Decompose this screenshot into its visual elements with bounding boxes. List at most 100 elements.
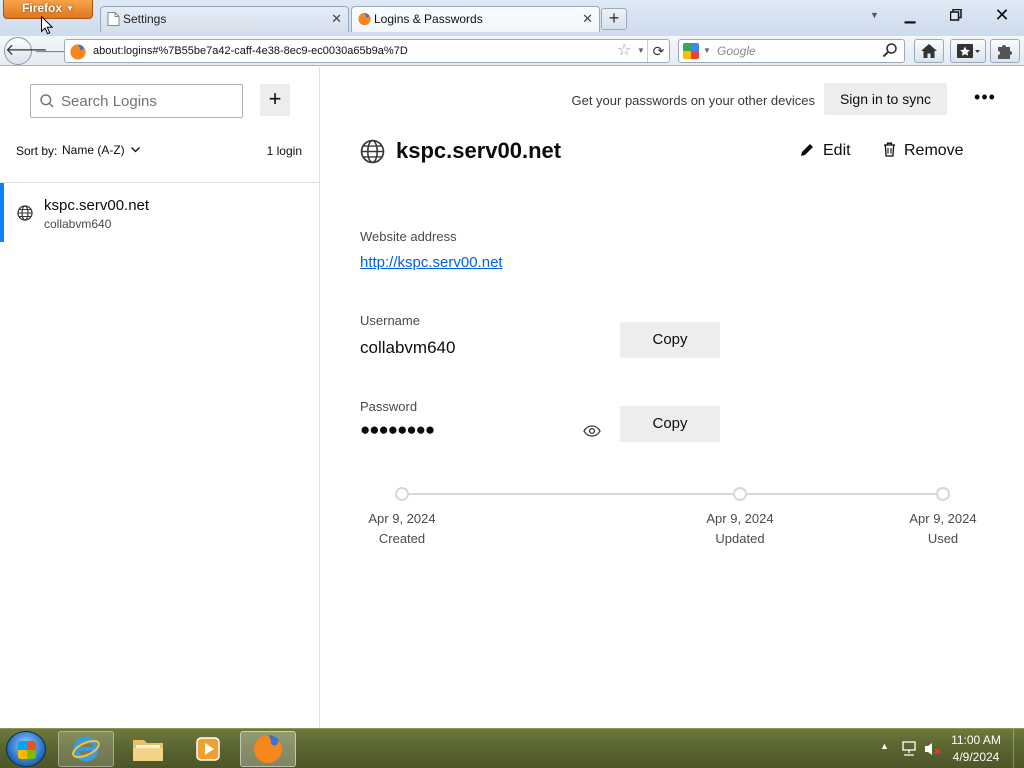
login-count: 1 login	[266, 144, 302, 158]
search-icon[interactable]	[882, 42, 898, 58]
forward-button[interactable]: 🡒	[34, 41, 72, 61]
created-date: Apr 9, 2024	[368, 511, 436, 526]
search-bar[interactable]: ▼ Google	[678, 39, 905, 63]
bookmarks-button[interactable]	[950, 39, 986, 63]
firefox-menu-label: Firefox	[22, 1, 63, 15]
search-logins-input[interactable]	[61, 85, 236, 117]
volume-muted-icon[interactable]	[924, 741, 942, 757]
username-label: Username	[360, 313, 420, 328]
globe-icon	[360, 139, 385, 164]
sort-label: Sort by:	[16, 144, 58, 158]
timeline-line	[402, 493, 942, 495]
start-button[interactable]	[6, 731, 46, 767]
tab-label: Logins & Passwords	[374, 12, 483, 26]
logins-sidebar: + Sort by: Name (A-Z) 1 login kspc.serv0…	[0, 67, 320, 728]
username-value: collabvm640	[360, 338, 456, 357]
internet-explorer-icon	[72, 736, 100, 762]
used-date: Apr 9, 2024	[909, 511, 977, 526]
login-list-item[interactable]: kspc.serv00.net collabvm640	[0, 183, 319, 242]
network-icon[interactable]	[901, 741, 919, 757]
page-icon	[107, 12, 120, 26]
taskbar-media-player[interactable]	[180, 731, 236, 767]
windows-logo-icon	[18, 741, 36, 759]
media-player-icon	[196, 737, 220, 761]
back-button[interactable]: 🡐	[4, 37, 48, 65]
restore-icon	[949, 8, 962, 21]
copy-username-button[interactable]: Copy	[620, 322, 720, 358]
timeline-dot-used	[936, 487, 950, 501]
edit-button[interactable]: Edit	[800, 142, 851, 160]
firefox-logo-icon	[253, 734, 283, 764]
url-text[interactable]: about:logins#%7B55be7a42-caff-4e38-8ec9-…	[93, 40, 408, 62]
url-bar[interactable]: about:logins#%7B55be7a42-caff-4e38-8ec9-…	[64, 39, 670, 63]
search-engine-dropdown-icon[interactable]: ▼	[703, 40, 711, 62]
chevron-down-icon	[130, 147, 140, 153]
eye-icon[interactable]	[583, 425, 601, 437]
pencil-icon	[801, 144, 813, 156]
bookmarks-icon	[957, 44, 980, 58]
tab-settings[interactable]: Settings ✕	[100, 6, 349, 32]
firefox-logo-icon	[358, 12, 371, 26]
minimize-button[interactable]: ▁	[888, 4, 932, 28]
updated-label: Updated	[715, 531, 765, 546]
folder-icon	[133, 740, 163, 761]
navigation-toolbar: 🡐 🡒 about:logins#%7B55be7a42-caff-4e38-8…	[0, 36, 1024, 66]
create-login-button[interactable]: +	[260, 84, 290, 116]
more-options-menu-button[interactable]: •••	[970, 85, 1000, 113]
search-bar-placeholder: Google	[717, 44, 756, 58]
tab-logins-passwords[interactable]: Logins & Passwords ✕	[351, 6, 600, 32]
timeline-dot-created	[395, 487, 409, 501]
remove-button[interactable]: Remove	[883, 142, 964, 160]
addons-button[interactable]	[990, 39, 1020, 63]
search-logins-field[interactable]	[30, 84, 243, 118]
timeline-dot-updated	[733, 487, 747, 501]
password-value: ●●●●●●●●	[360, 420, 435, 439]
list-all-tabs-icon[interactable]: ▼	[870, 10, 879, 20]
login-title: kspc.serv00.net	[396, 138, 562, 163]
password-label: Password	[360, 399, 418, 414]
taskbar-firefox[interactable]	[240, 731, 296, 767]
login-item-username: collabvm640	[44, 217, 112, 231]
taskbar: ▲ 11:00 AM 4/9/2024	[0, 728, 1024, 768]
close-icon[interactable]: ✕	[582, 7, 593, 31]
tab-label: Settings	[123, 12, 167, 26]
close-icon[interactable]: ✕	[331, 7, 342, 31]
mouse-cursor-icon	[41, 16, 53, 35]
used-label: Used	[927, 531, 959, 546]
taskbar-internet-explorer[interactable]	[58, 731, 114, 767]
show-desktop-button[interactable]	[1013, 729, 1024, 768]
firefox-logo-icon	[70, 44, 86, 60]
website-address-label: Website address	[360, 229, 457, 244]
google-logo-icon[interactable]	[683, 43, 699, 59]
url-history-dropdown-icon[interactable]: ▼	[637, 40, 645, 62]
sign-in-to-sync-button[interactable]: Sign in to sync	[824, 83, 947, 115]
selected-indicator	[0, 183, 4, 242]
website-address-link[interactable]: http://kspc.serv00.net	[360, 254, 503, 271]
show-hidden-icons-icon[interactable]: ▲	[880, 741, 889, 751]
taskbar-windows-explorer[interactable]	[120, 731, 176, 767]
reload-icon[interactable]: ⟳	[647, 40, 669, 62]
clock-time[interactable]: 11:00 AM	[946, 733, 1006, 747]
search-icon	[40, 94, 54, 108]
chevron-down-icon: ▼	[66, 4, 74, 13]
login-detail-panel: Get your passwords on your other devices…	[320, 67, 1024, 728]
new-tab-button[interactable]: +	[601, 8, 627, 30]
sync-promo-text: Get your passwords on your other devices	[571, 93, 815, 108]
home-icon	[921, 44, 937, 58]
remove-label: Remove	[904, 142, 964, 159]
restore-button[interactable]	[934, 4, 978, 28]
edit-label: Edit	[823, 142, 851, 159]
logins-page: + Sort by: Name (A-Z) 1 login kspc.serv0…	[0, 67, 1024, 728]
copy-password-button[interactable]: Copy	[620, 406, 720, 442]
star-icon[interactable]: ☆	[617, 40, 631, 62]
created-label: Created	[378, 531, 426, 546]
title-bar: Firefox ▼ Settings ✕ Logins & Passwords ✕…	[0, 0, 1024, 36]
clock-date[interactable]: 4/9/2024	[946, 750, 1006, 764]
login-item-title: kspc.serv00.net	[44, 197, 150, 214]
sort-dropdown[interactable]: Name (A-Z)	[62, 143, 140, 157]
home-button[interactable]	[914, 39, 944, 63]
sort-value: Name (A-Z)	[62, 143, 125, 157]
close-window-button[interactable]: ✕	[980, 4, 1024, 28]
trash-icon	[884, 142, 895, 157]
updated-date: Apr 9, 2024	[706, 511, 774, 526]
